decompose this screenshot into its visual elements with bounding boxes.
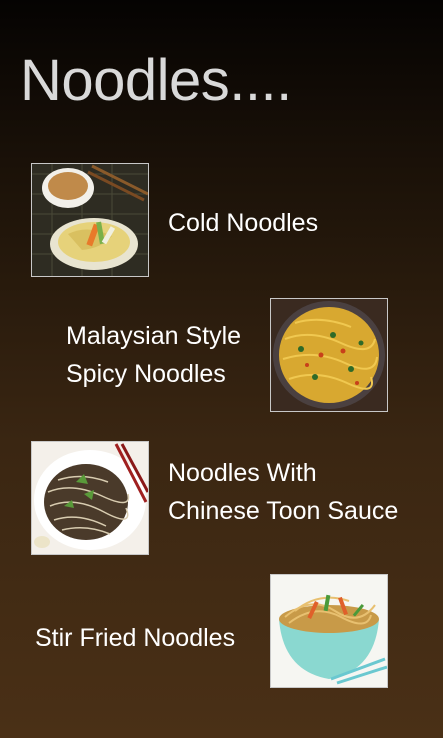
- malaysian-noodles-image: [270, 298, 388, 412]
- recipe-title: Stir Fried Noodles: [35, 624, 236, 652]
- recipe-title: Noodles With Chinese Toon Sauce: [168, 459, 399, 525]
- page-title: Noodles....: [20, 48, 292, 113]
- recipe-title: Cold Noodles: [168, 209, 319, 237]
- recipe-item-stir-fried-noodles[interactable]: Stir Fried Noodles: [0, 571, 443, 691]
- recipe-item-malaysian-noodles[interactable]: Malaysian Style Spicy Noodles: [0, 295, 443, 415]
- stir-fried-noodles-image: [270, 574, 388, 688]
- recipe-title: Malaysian Style Spicy Noodles: [66, 322, 242, 388]
- recipe-item-cold-noodles[interactable]: Cold Noodles: [0, 160, 443, 280]
- recipe-item-toon-sauce-noodles[interactable]: Noodles With Chinese Toon Sauce: [0, 438, 443, 558]
- toon-sauce-noodles-image: [31, 441, 149, 555]
- cold-noodles-image: [31, 163, 149, 277]
